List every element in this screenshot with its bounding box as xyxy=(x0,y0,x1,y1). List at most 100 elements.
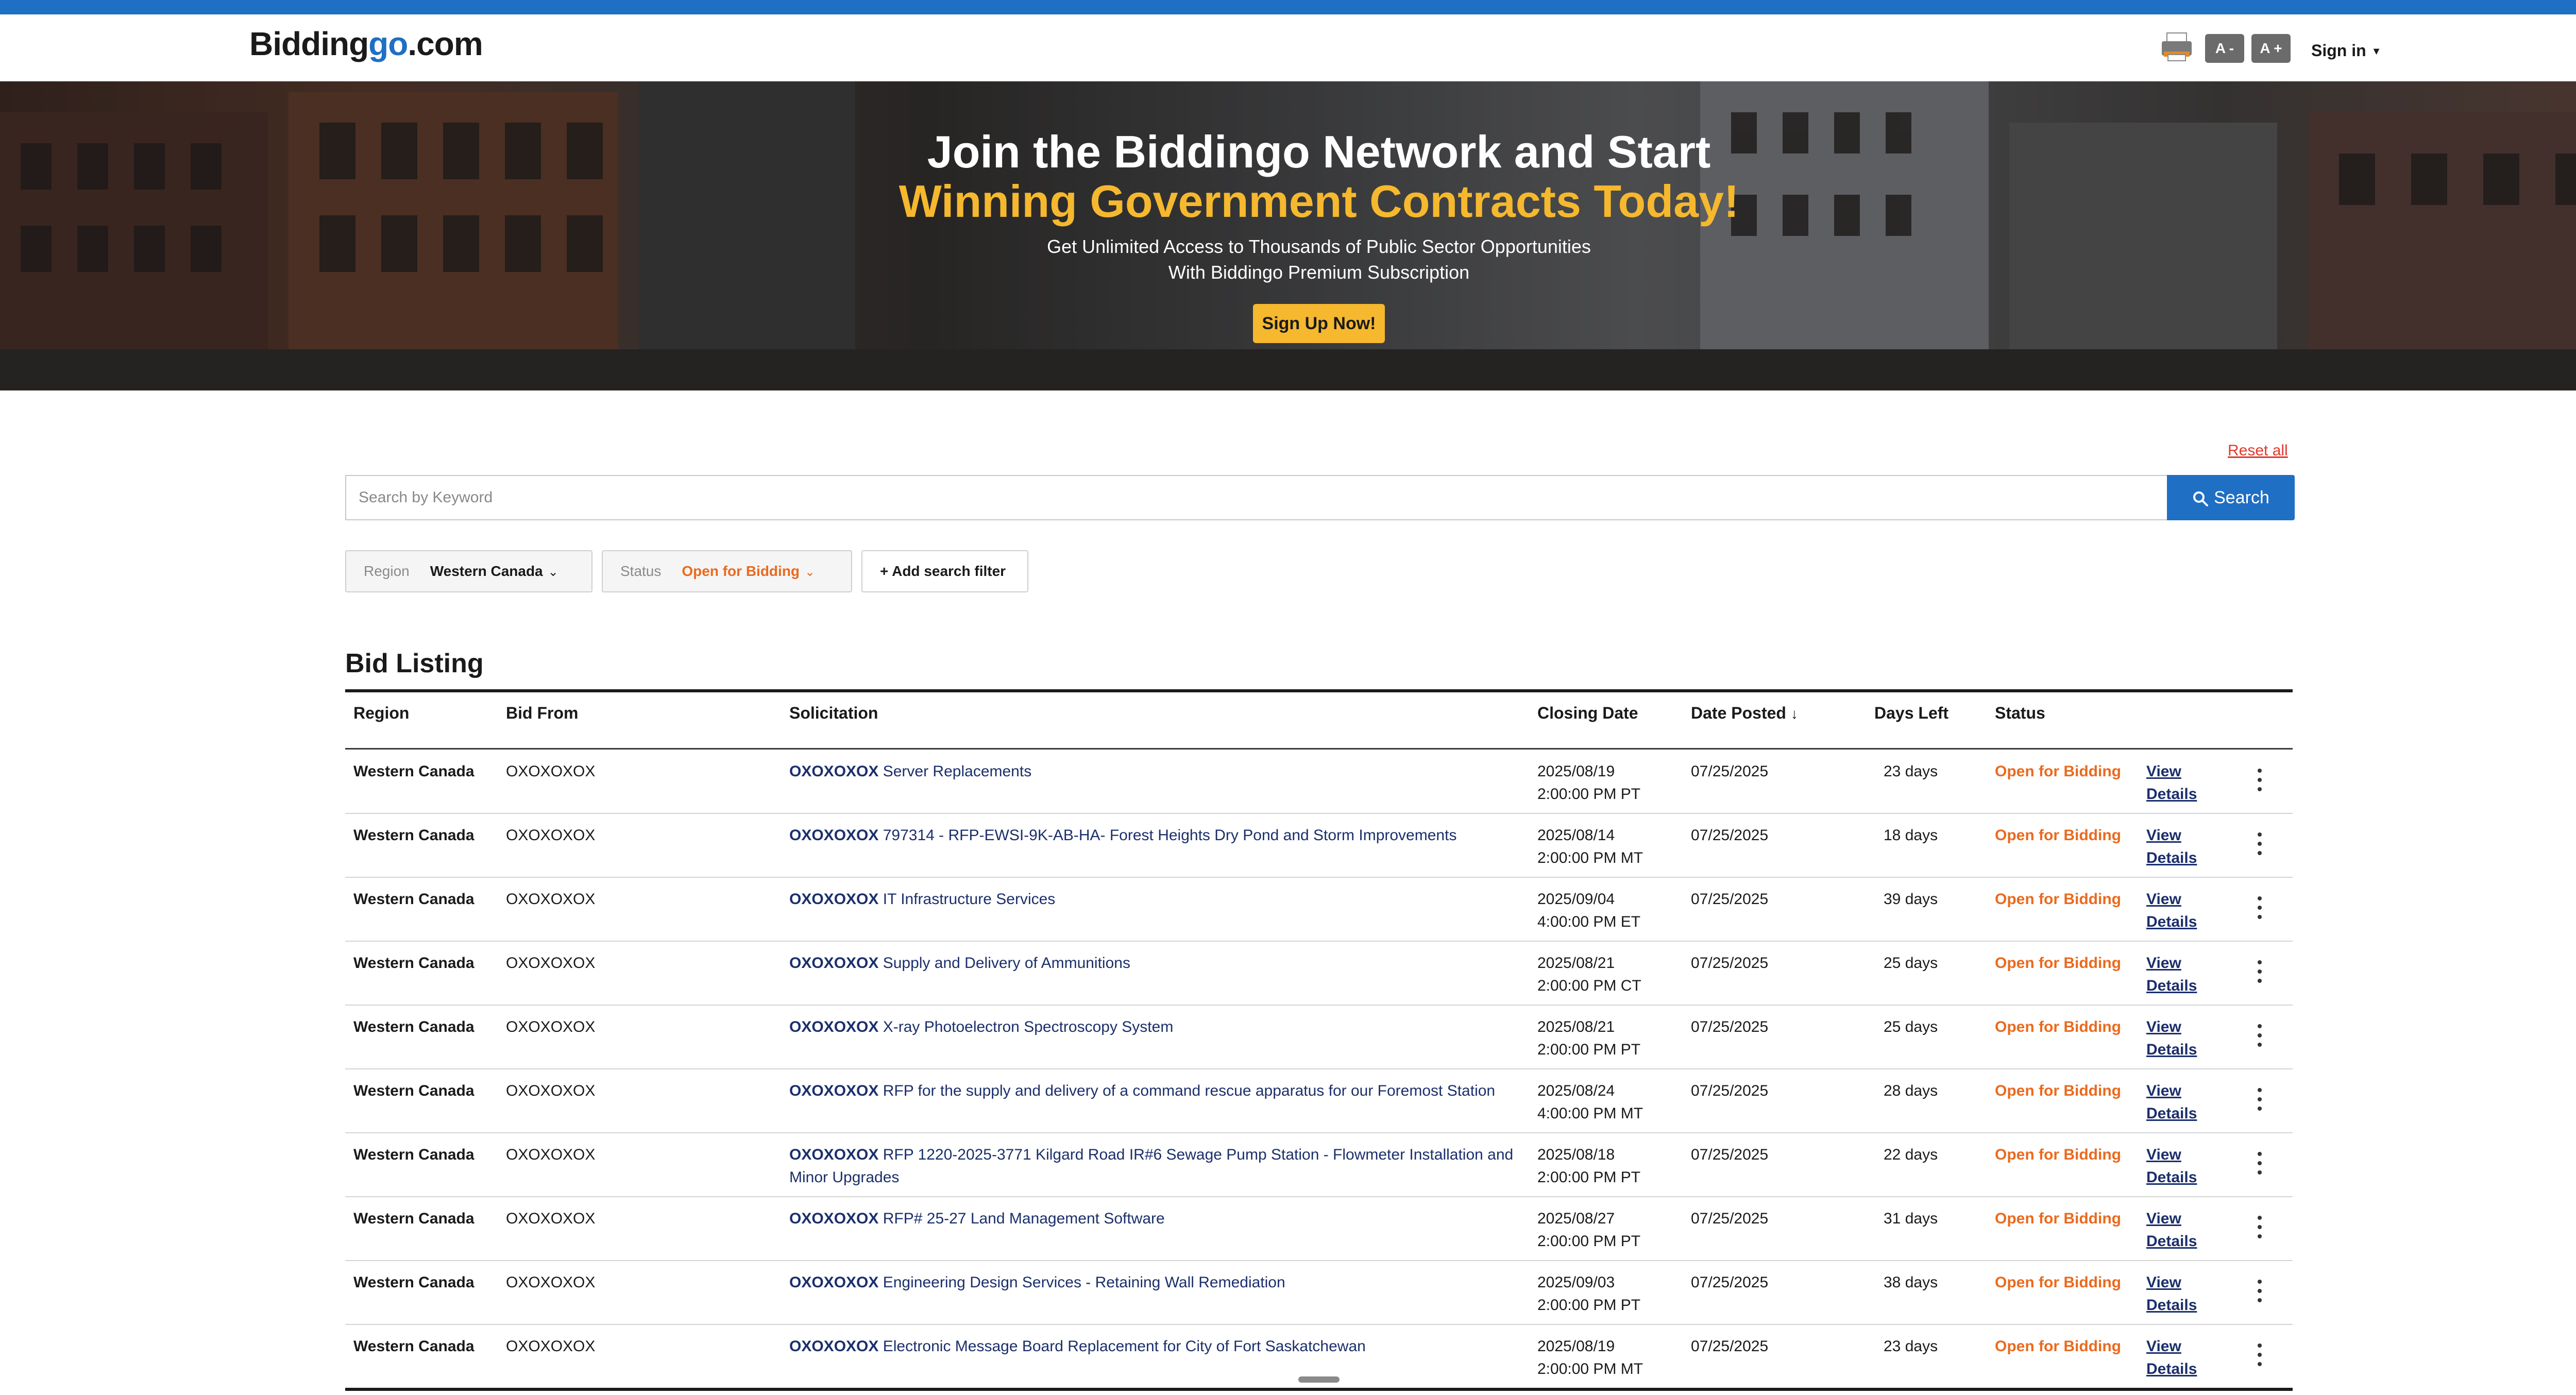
row-closing-time: 2:00:00 PM CT xyxy=(1537,977,1641,994)
hero-content: Join the Biddingo Network and Start Winn… xyxy=(0,81,2576,390)
row-days-left: 39 days xyxy=(1884,891,1938,908)
view-details-line1: View xyxy=(2146,763,2181,780)
more-options-icon[interactable] xyxy=(2253,957,2266,988)
view-details-line1: View xyxy=(2146,891,2181,908)
row-bid-from: OXOXOXOX xyxy=(506,1018,596,1035)
table-row: Western Canada OXOXOXOX OXOXOXOX 797314 - … xyxy=(345,814,2293,878)
more-options-icon[interactable] xyxy=(2253,765,2266,796)
row-days-left: 22 days xyxy=(1884,1146,1938,1163)
view-details-line1: View xyxy=(2146,1274,2181,1291)
table-row: Western Canada OXOXOXOX OXOXOXOX Supply an… xyxy=(345,942,2293,1006)
row-region: Western Canada xyxy=(353,1210,474,1227)
view-details-link[interactable]: View Details xyxy=(2146,1080,2208,1125)
more-options-icon[interactable] xyxy=(2253,1213,2266,1244)
row-closing-date: 2025/09/04 4:00:00 PM ET xyxy=(1537,888,1682,933)
table-row: Western Canada OXOXOXOX OXOXOXOX RFP# 25-2… xyxy=(345,1197,2293,1261)
reset-all-link[interactable]: Reset all xyxy=(2228,442,2288,460)
site-logo[interactable]: Biddinggo.com xyxy=(249,25,483,63)
column-header-date-posted[interactable]: Date Posted ↓ xyxy=(1691,704,1798,723)
row-solicitation-link[interactable]: OXOXOXOX RFP 1220-2025-3771 Kilgard Road… xyxy=(789,1144,1521,1189)
status-filter-label: Status xyxy=(620,563,662,579)
row-closing-time: 2:00:00 PM MT xyxy=(1537,849,1643,866)
row-solicitation-link[interactable]: OXOXOXOX 797314 - RFP-EWSI-9K-AB-HA- For… xyxy=(789,824,1521,847)
view-details-link[interactable]: View Details xyxy=(2146,760,2208,806)
column-header-status[interactable]: Status xyxy=(1995,704,2045,723)
row-status: Open for Bidding xyxy=(1995,1210,2121,1227)
row-bid-from: OXOXOXOX xyxy=(506,955,596,972)
row-status: Open for Bidding xyxy=(1995,955,2121,972)
row-closing-day: 2025/08/24 xyxy=(1537,1082,1615,1099)
row-date-posted: 07/25/2025 xyxy=(1691,955,1769,972)
row-organization: OXOXOXOX xyxy=(789,1082,879,1099)
scroll-handle[interactable] xyxy=(1298,1376,1340,1383)
keyword-search-input[interactable]: Search by Keyword xyxy=(345,475,2167,520)
row-solicitation-link[interactable]: OXOXOXOX X-ray Photoelectron Spectroscop… xyxy=(789,1016,1521,1039)
row-solicitation-link[interactable]: OXOXOXOX RFP# 25-27 Land Management Soft… xyxy=(789,1207,1521,1230)
add-filter-label: Add search filter xyxy=(892,563,1006,579)
hero-headline: Join the Biddingo Network and Start xyxy=(927,126,1711,177)
view-details-link[interactable]: View Details xyxy=(2146,1016,2208,1061)
more-options-icon[interactable] xyxy=(2253,1277,2266,1307)
row-solicitation-title: Supply and Delivery of Ammunitions xyxy=(883,955,1130,972)
row-date-posted: 07/25/2025 xyxy=(1691,1146,1769,1163)
row-solicitation-link[interactable]: OXOXOXOX Server Replacements xyxy=(789,760,1521,783)
table-row: Western Canada OXOXOXOX OXOXOXOX RFP for t… xyxy=(345,1069,2293,1133)
view-details-link[interactable]: View Details xyxy=(2146,1335,2208,1381)
status-filter[interactable]: Status Open for Bidding ⌄ xyxy=(602,550,852,592)
row-closing-day: 2025/08/19 xyxy=(1537,1338,1615,1355)
row-solicitation-title: IT Infrastructure Services xyxy=(883,891,1056,908)
increase-font-button[interactable]: A + xyxy=(2251,34,2291,63)
row-closing-day: 2025/09/03 xyxy=(1537,1274,1615,1291)
row-solicitation-link[interactable]: OXOXOXOX Engineering Design Services - R… xyxy=(789,1271,1521,1294)
view-details-line2: Details xyxy=(2146,1105,2197,1122)
row-solicitation-link[interactable]: OXOXOXOX Supply and Delivery of Ammuniti… xyxy=(789,952,1521,975)
more-options-icon[interactable] xyxy=(2253,1085,2266,1116)
row-region: Western Canada xyxy=(353,1338,474,1355)
row-closing-time: 2:00:00 PM PT xyxy=(1537,786,1641,803)
sign-in-menu[interactable]: Sign in ▼ xyxy=(2311,41,2381,60)
sign-up-button[interactable]: Sign Up Now! xyxy=(1253,304,1385,343)
table-row: Western Canada OXOXOXOX OXOXOXOX RFP 1220-… xyxy=(345,1133,2293,1197)
column-header-closing-date[interactable]: Closing Date xyxy=(1537,704,1638,723)
column-header-days-left[interactable]: Days Left xyxy=(1874,704,1948,723)
region-filter[interactable]: Region Western Canada ⌄ xyxy=(345,550,592,592)
view-details-link[interactable]: View Details xyxy=(2146,824,2208,870)
column-header-bid-from[interactable]: Bid From xyxy=(506,704,578,723)
column-header-region[interactable]: Region xyxy=(353,704,409,723)
row-bid-from: OXOXOXOX xyxy=(506,1082,596,1099)
add-search-filter-button[interactable]: + Add search filter xyxy=(861,550,1028,592)
view-details-line2: Details xyxy=(2146,1169,2197,1186)
more-options-icon[interactable] xyxy=(2253,1021,2266,1052)
view-details-link[interactable]: View Details xyxy=(2146,1207,2208,1253)
more-options-icon[interactable] xyxy=(2253,893,2266,924)
region-filter-label: Region xyxy=(364,563,410,579)
row-closing-time: 2:00:00 PM MT xyxy=(1537,1360,1643,1377)
more-options-icon[interactable] xyxy=(2253,1340,2266,1371)
row-solicitation-link[interactable]: OXOXOXOX IT Infrastructure Services xyxy=(789,888,1521,911)
more-options-icon[interactable] xyxy=(2253,829,2266,860)
view-details-link[interactable]: View Details xyxy=(2146,952,2208,997)
view-details-link[interactable]: View Details xyxy=(2146,1144,2208,1189)
view-details-line2: Details xyxy=(2146,1233,2197,1250)
table-row: Western Canada OXOXOXOX OXOXOXOX X-ray Pho… xyxy=(345,1006,2293,1069)
decrease-font-button[interactable]: A - xyxy=(2205,34,2244,63)
row-solicitation-title: Server Replacements xyxy=(883,763,1032,780)
column-header-solicitation[interactable]: Solicitation xyxy=(789,704,878,723)
row-region: Western Canada xyxy=(353,1082,474,1099)
printer-icon[interactable] xyxy=(2160,32,2194,62)
view-details-link[interactable]: View Details xyxy=(2146,1271,2208,1317)
row-solicitation-title: Electronic Message Board Replacement for… xyxy=(883,1338,1366,1355)
row-days-left: 18 days xyxy=(1884,827,1938,844)
logo-accent-text: go xyxy=(368,25,408,62)
view-details-line2: Details xyxy=(2146,849,2197,866)
more-options-icon[interactable] xyxy=(2253,1149,2266,1180)
row-solicitation-link[interactable]: OXOXOXOX RFP for the supply and delivery… xyxy=(789,1080,1521,1102)
row-region: Western Canada xyxy=(353,763,474,780)
row-organization: OXOXOXOX xyxy=(789,1210,879,1227)
row-status: Open for Bidding xyxy=(1995,763,2121,780)
hero-banner: Join the Biddingo Network and Start Winn… xyxy=(0,81,2576,390)
search-button[interactable]: Search xyxy=(2167,475,2295,520)
view-details-link[interactable]: View Details xyxy=(2146,888,2208,933)
row-solicitation-link[interactable]: OXOXOXOX Electronic Message Board Replac… xyxy=(789,1335,1521,1358)
sign-in-label: Sign in xyxy=(2311,41,2366,60)
